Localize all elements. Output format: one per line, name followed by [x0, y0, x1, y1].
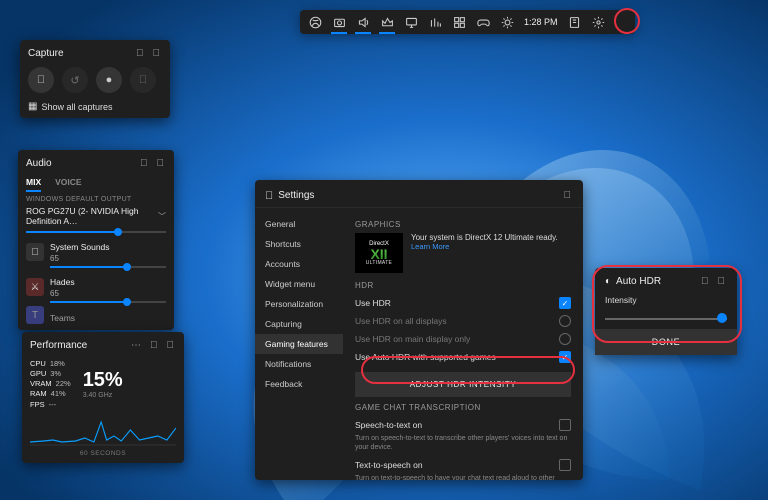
- tab-voice[interactable]: VOICE: [55, 177, 81, 192]
- use-hdr-checkbox[interactable]: ✓: [559, 297, 571, 309]
- app-icon-teams: T: [26, 306, 44, 324]
- pin-icon[interactable]: [148, 338, 160, 353]
- hades-value: 65: [50, 289, 166, 298]
- intensity-slider[interactable]: [605, 311, 727, 325]
- xbox-game-bar: 1:28 PM: [300, 10, 635, 34]
- performance-widget: Performance ⋯ CPU18% GPU3% VRAM22% RAM41…: [22, 332, 184, 463]
- settings-nav: General Shortcuts Accounts Widget menu P…: [255, 208, 343, 480]
- app-icon-hades: ⚔: [26, 278, 44, 296]
- auto-hdr-label: Use Auto HDR with supported games: [355, 352, 496, 362]
- xbox-icon[interactable]: [304, 12, 326, 32]
- system-sounds-slider[interactable]: [50, 266, 166, 268]
- perf-stats: CPU18% GPU3% VRAM22% RAM41% FPS---: [30, 359, 71, 410]
- brightness-bar-icon[interactable]: [496, 12, 518, 32]
- auto-hdr-widget: ◐ Auto HDR Intensity DONE: [595, 268, 737, 355]
- tts-description: Turn on text-to-speech to have your chat…: [355, 474, 571, 480]
- nav-accounts[interactable]: Accounts: [255, 254, 343, 274]
- pin-icon[interactable]: [134, 46, 146, 61]
- auto-hdr-checkbox[interactable]: ✓: [559, 351, 571, 363]
- performance-bar-icon[interactable]: [376, 12, 398, 32]
- nav-feedback[interactable]: Feedback: [255, 374, 343, 394]
- graphics-section-header: GRAPHICS: [355, 220, 571, 229]
- hades-slider[interactable]: [50, 301, 166, 303]
- nav-gaming-features[interactable]: Gaming features: [255, 334, 343, 354]
- hades-label: Hades: [50, 277, 166, 287]
- nav-general[interactable]: General: [255, 214, 343, 234]
- perf-title: Performance: [30, 340, 124, 351]
- show-all-label: Show all captures: [41, 102, 112, 112]
- system-sounds-label: System Sounds: [50, 242, 166, 252]
- use-hdr-label: Use HDR: [355, 298, 391, 308]
- close-icon[interactable]: [151, 46, 163, 61]
- close-icon[interactable]: [165, 338, 177, 353]
- audio-widget: Audio MIX VOICE WINDOWS DEFAULT OUTPUT R…: [18, 150, 174, 330]
- capture-bar-icon[interactable]: [328, 12, 350, 32]
- gfx-status-text: Your system is DirectX 12 Ultimate ready…: [411, 233, 558, 242]
- system-sounds-value: 65: [50, 254, 166, 263]
- nav-personalization[interactable]: Personalization: [255, 294, 343, 314]
- resources-bar-icon[interactable]: [424, 12, 446, 32]
- nav-shortcuts[interactable]: Shortcuts: [255, 234, 343, 254]
- hdr-all-radio[interactable]: [559, 315, 571, 327]
- hdr-icon: ◐: [605, 276, 611, 287]
- audio-bar-icon[interactable]: [352, 12, 374, 32]
- capture-title: Capture: [28, 48, 129, 59]
- screenshot-button[interactable]: [28, 67, 54, 93]
- learn-more-link[interactable]: Learn More: [411, 242, 558, 251]
- pin-icon[interactable]: [699, 274, 711, 289]
- record-button[interactable]: [96, 67, 122, 93]
- close-icon[interactable]: [562, 188, 574, 203]
- directx-badge: DirectX XII ULTIMATE: [355, 233, 403, 273]
- speaker-icon: [26, 243, 44, 261]
- output-section-label: WINDOWS DEFAULT OUTPUT: [26, 196, 166, 203]
- stt-checkbox[interactable]: [559, 419, 571, 431]
- capture-widget: Capture ↺ ▦ Show all captures: [20, 40, 170, 118]
- gear-icon: [265, 190, 273, 202]
- tab-mix[interactable]: MIX: [26, 177, 41, 192]
- settings-bar-icon[interactable]: [588, 12, 610, 32]
- show-all-captures-link[interactable]: ▦ Show all captures: [28, 101, 162, 112]
- close-icon[interactable]: [155, 156, 167, 171]
- perf-footer: 60 SECONDS: [30, 450, 176, 457]
- settings-panel: Settings General Shortcuts Accounts Widg…: [255, 180, 583, 480]
- chat-section-header: GAME CHAT TRANSCRIPTION: [355, 403, 571, 412]
- hdr-main-label: Use HDR on main display only: [355, 334, 470, 344]
- teams-label: Teams: [50, 313, 166, 323]
- master-volume-slider[interactable]: [26, 231, 166, 233]
- nav-capturing[interactable]: Capturing: [255, 314, 343, 334]
- tts-label: Text-to-speech on: [355, 460, 423, 470]
- close-icon[interactable]: [716, 274, 728, 289]
- widget-store-icon[interactable]: [448, 12, 470, 32]
- game-bar-clock: 1:28 PM: [520, 17, 562, 27]
- nav-notifications[interactable]: Notifications: [255, 354, 343, 374]
- tts-checkbox[interactable]: [559, 459, 571, 471]
- audio-device-name: ROG PG27U (2- NVIDIA High Definition A…: [26, 206, 158, 226]
- more-icon[interactable]: ⋯: [129, 338, 143, 353]
- intensity-label: Intensity: [605, 295, 727, 305]
- adjust-hdr-intensity-button[interactable]: ADJUST HDR INTENSITY: [355, 372, 571, 397]
- hdr-section-header: HDR: [355, 281, 571, 290]
- display-bar-icon[interactable]: [400, 12, 422, 32]
- perf-sparkline: [30, 414, 176, 446]
- autohdr-title: Auto HDR: [616, 276, 694, 287]
- settings-title: Settings: [278, 190, 556, 201]
- audio-title: Audio: [26, 158, 133, 169]
- hdr-main-radio[interactable]: [559, 333, 571, 345]
- notifications-bar-icon[interactable]: [564, 12, 586, 32]
- perf-sub: 3.40 GHz: [83, 392, 176, 399]
- pin-icon[interactable]: [138, 156, 150, 171]
- device-chevron-icon[interactable]: ﹀: [158, 211, 166, 222]
- mic-toggle-button[interactable]: [130, 67, 156, 93]
- stt-description: Turn on speech-to-text to transcribe oth…: [355, 434, 571, 452]
- nav-widget-menu[interactable]: Widget menu: [255, 274, 343, 294]
- hdr-all-label: Use HDR on all displays: [355, 316, 447, 326]
- record-last-button[interactable]: ↺: [62, 67, 88, 93]
- done-button[interactable]: DONE: [595, 329, 737, 355]
- perf-big-value: 15%: [83, 369, 176, 392]
- gamepad-bar-icon[interactable]: [472, 12, 494, 32]
- stt-label: Speech-to-text on: [355, 420, 422, 430]
